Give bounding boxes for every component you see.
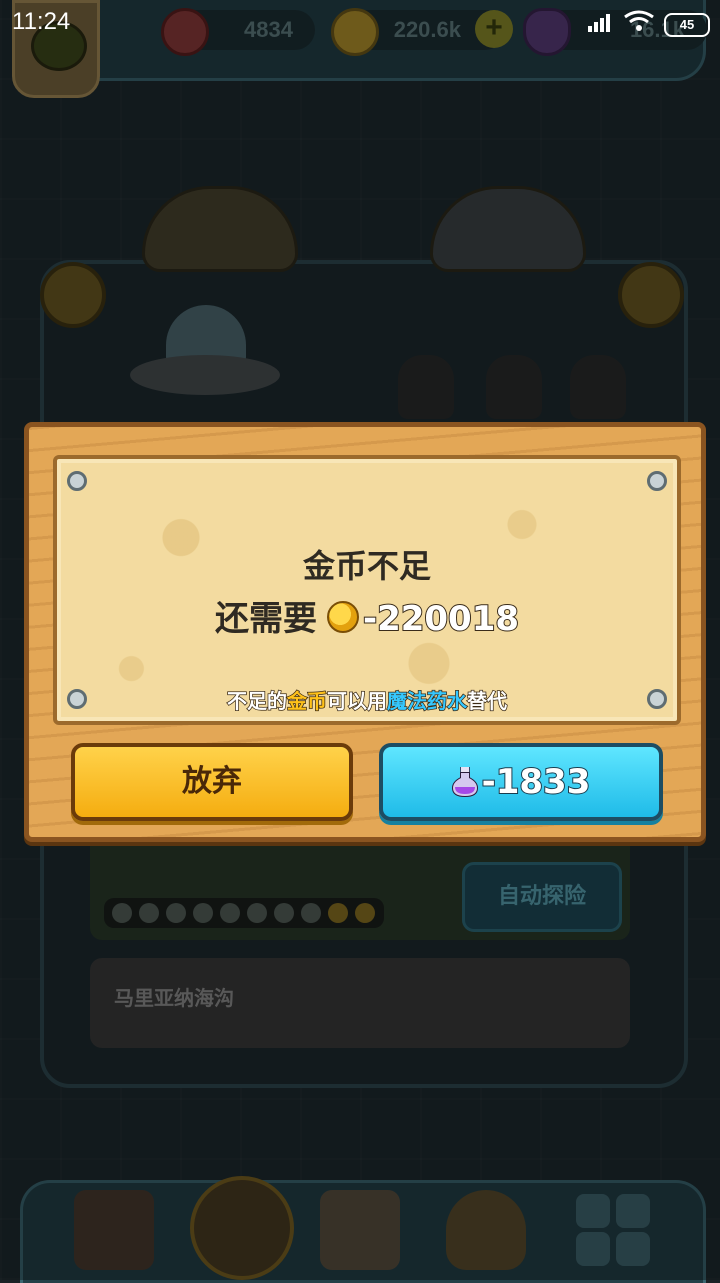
coin-icon	[326, 601, 359, 633]
use-potion-button[interactable]: -1833	[379, 743, 663, 821]
rivet-icon	[67, 471, 87, 491]
dialog-title: 金币不足	[302, 547, 431, 585]
status-bar: 11:24 45	[0, 0, 720, 44]
hint-suffix: 替代	[466, 688, 508, 714]
rivet-icon	[647, 471, 667, 491]
hint-potion: 魔法药水	[386, 688, 468, 714]
give-up-button[interactable]: 放弃	[71, 743, 353, 821]
clock: 11:24	[12, 8, 71, 35]
hint-middle: 可以用	[326, 688, 388, 714]
wifi-icon	[624, 10, 654, 31]
potion-icon	[451, 767, 478, 797]
need-amount: -220018	[362, 598, 520, 640]
potion-cost: -1833	[481, 761, 592, 803]
dialog-note-panel: 金币不足 还需要 -220018 不足的金币可以用魔法药水替代	[53, 455, 681, 725]
need-label: 还需要	[214, 599, 317, 639]
signal-icon	[588, 14, 610, 32]
required-amount: 还需要 -220018	[57, 591, 677, 640]
insufficient-coins-dialog: 金币不足 还需要 -220018 不足的金币可以用魔法药水替代 放弃 -1833	[24, 422, 706, 842]
hint-gold: 金币	[286, 688, 328, 714]
substitute-hint: 不足的金币可以用魔法药水替代	[57, 685, 677, 714]
hint-prefix: 不足的	[226, 688, 288, 714]
battery-icon: 45	[664, 13, 710, 37]
